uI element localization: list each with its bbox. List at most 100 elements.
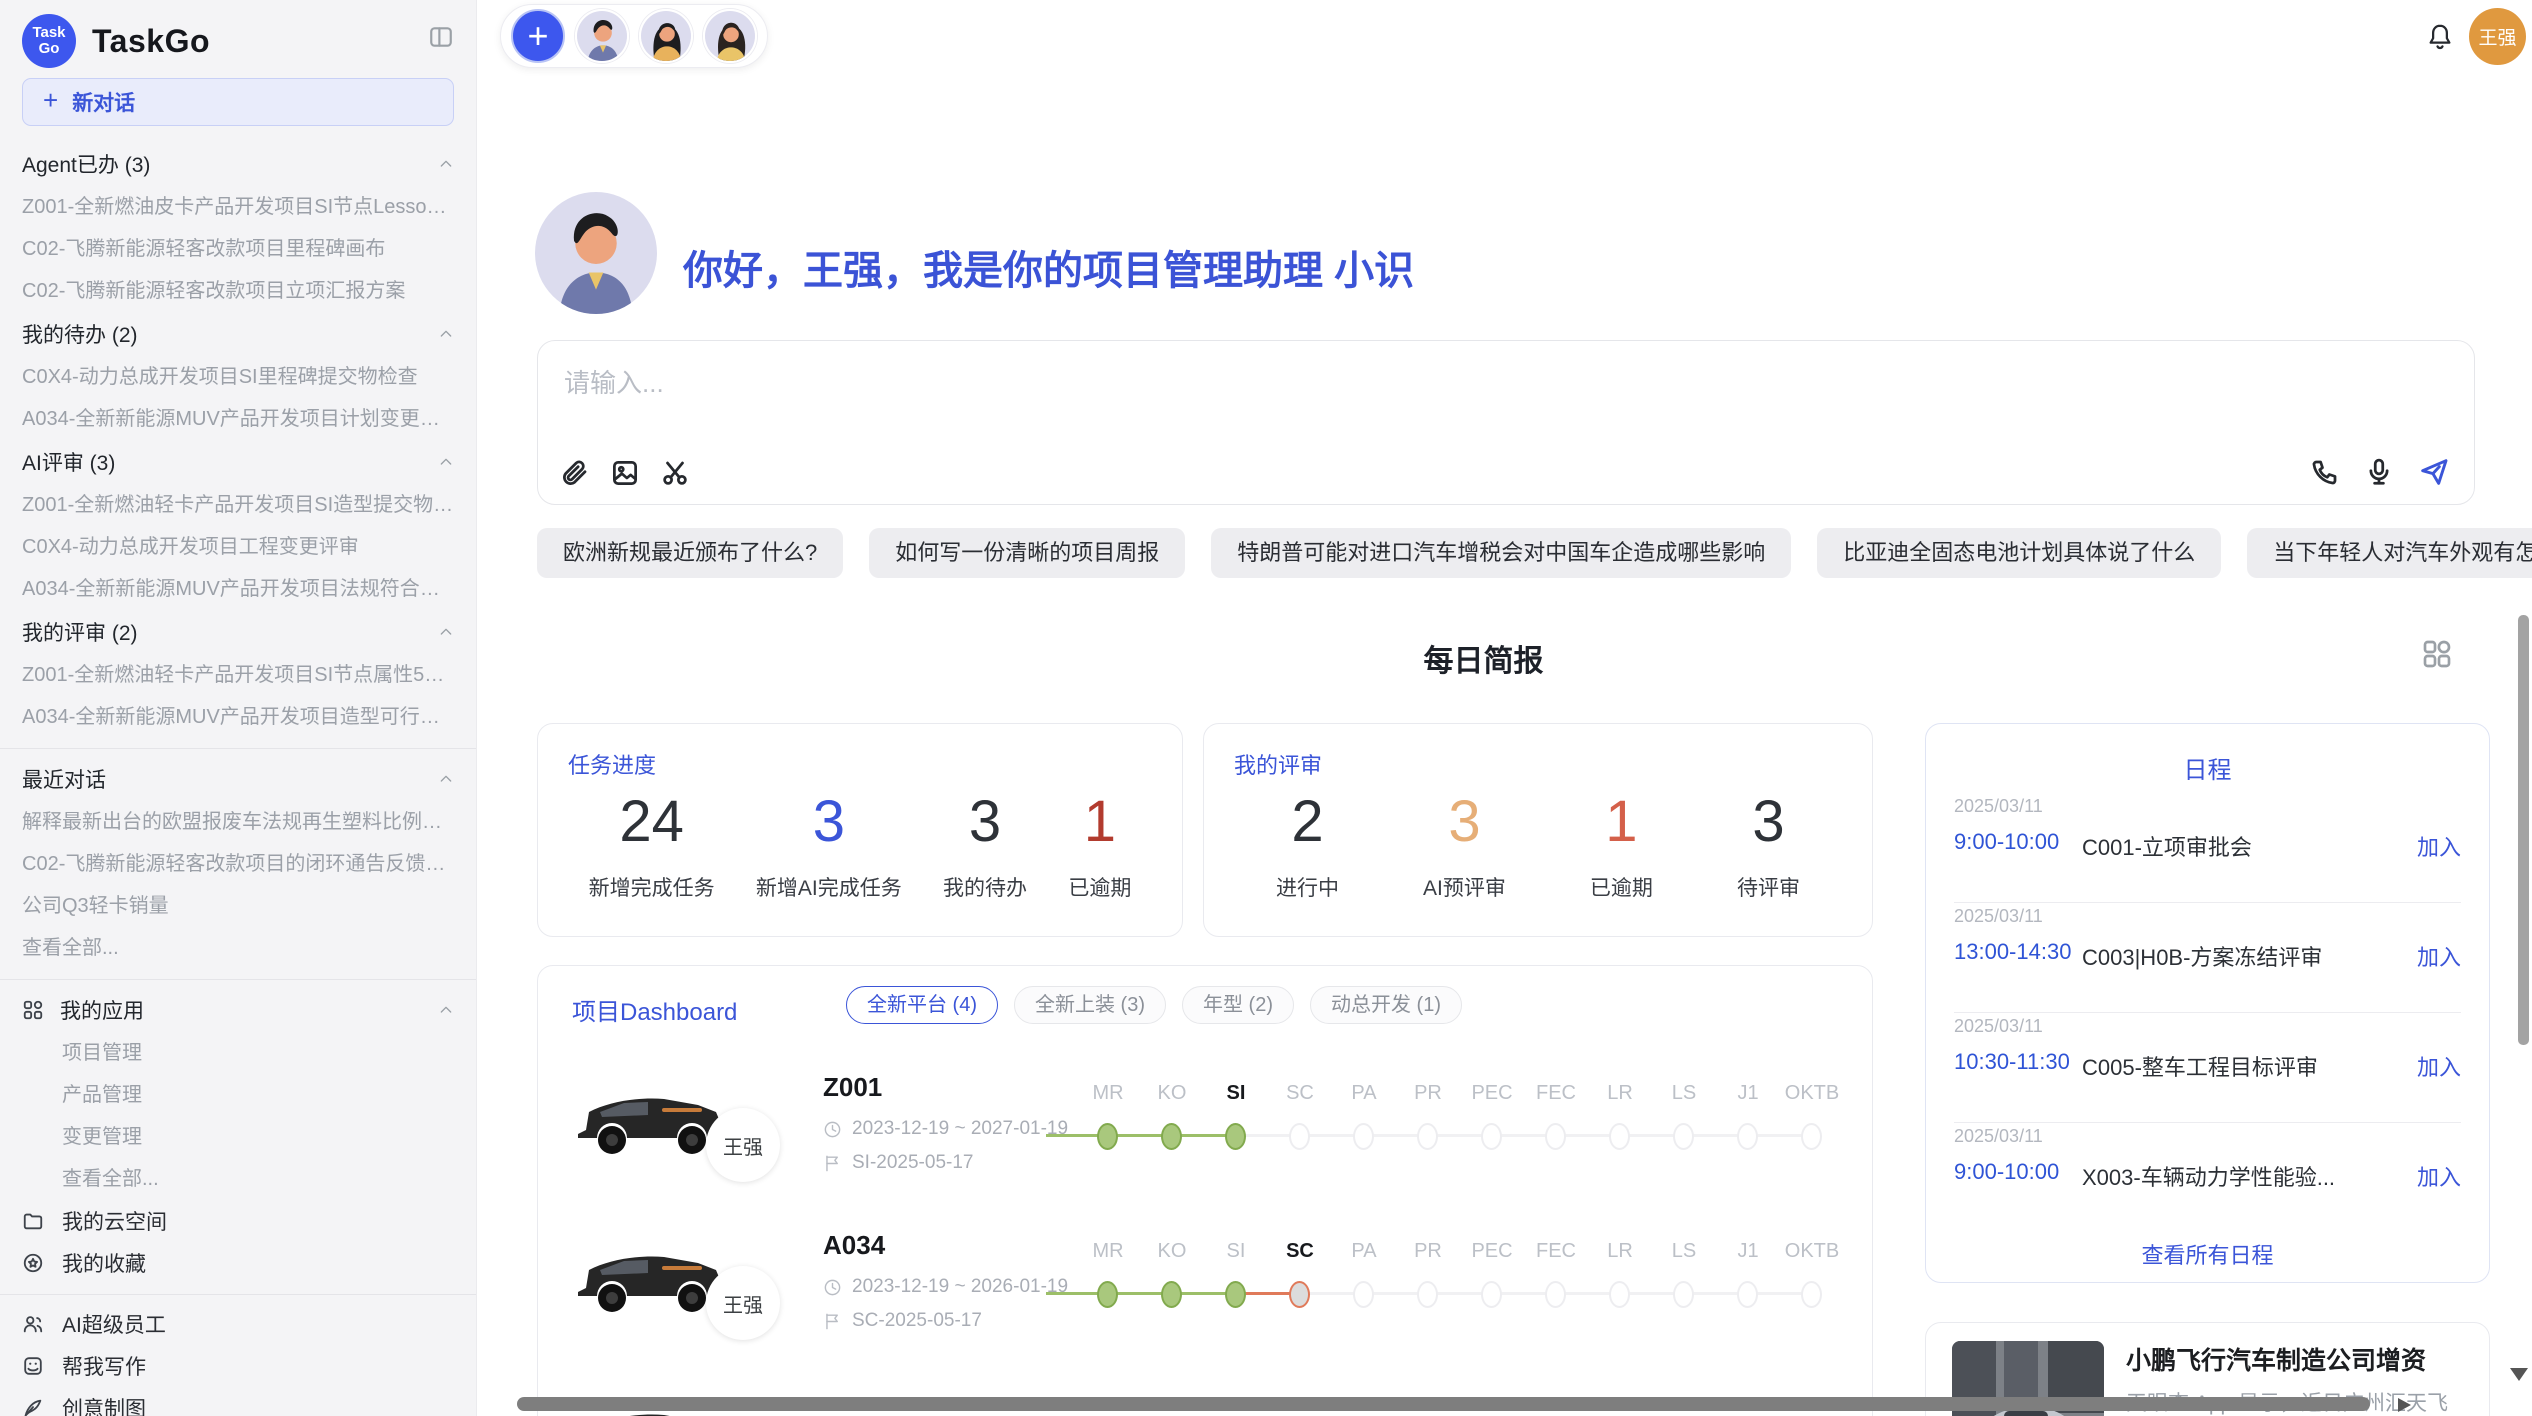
recent-view-all[interactable]: 查看全部... [0, 927, 476, 969]
horizontal-scrollbar[interactable] [517, 1397, 2370, 1411]
scroll-down-arrow-icon[interactable] [2510, 1368, 2528, 1381]
milestone-dot [1481, 1123, 1502, 1150]
schedule-name: C005-整车工程目标评审 [2082, 1050, 2318, 1082]
join-link[interactable]: 加入 [2417, 1050, 2461, 1082]
chevron-up-icon[interactable] [438, 454, 454, 470]
milestone-dot [1673, 1281, 1694, 1308]
section-my-review[interactable]: 我的评审 (2) [0, 610, 476, 654]
suggestion-chip[interactable]: 欧洲新规最近颁布了什么? [537, 528, 843, 578]
schedule-item: 2025/03/11 9:00-10:00 X003-车辆动力学性能验... 加… [1954, 1126, 2461, 1226]
recent-chat-item[interactable]: C02-飞腾新能源轻客改款项目的闭环通告反馈情况 [0, 843, 476, 885]
stat-review-overdue: 1 已逾期 [1590, 786, 1653, 902]
stat-in-progress: 2 进行中 [1276, 786, 1339, 902]
apps-view-all[interactable]: 查看全部... [0, 1158, 476, 1200]
sidebar-item-creative-draw[interactable]: 创意制图 [0, 1387, 476, 1416]
recent-chat-item[interactable]: 解释最新出台的欧盟报废车法规再生塑料比例被调至15%... [0, 801, 476, 843]
scissors-icon[interactable] [660, 458, 690, 488]
agent-avatar-1[interactable] [575, 9, 629, 63]
task-item[interactable]: Z001-全新燃油皮卡产品开发项目SI节点Lesson Learn报告 [0, 186, 476, 228]
agent-avatar-2[interactable] [639, 9, 693, 63]
milestone-dot [1225, 1281, 1246, 1308]
task-item[interactable]: A034-全新新能源MUV产品开发项目计划变更表编写 [0, 398, 476, 440]
image-icon[interactable] [610, 458, 640, 488]
user-avatar[interactable]: 王强 [2469, 8, 2526, 65]
section-recent-chats[interactable]: 最近对话 [0, 757, 476, 801]
milestone-dot [1097, 1123, 1118, 1150]
join-link[interactable]: 加入 [2417, 830, 2461, 862]
filter-chip-new-body[interactable]: 全新上装 (3) [1014, 986, 1166, 1024]
task-item[interactable]: C02-飞腾新能源轻客改款项目立项汇报方案 [0, 270, 476, 312]
stat-new-completed: 24 新增完成任务 [589, 786, 715, 902]
schedule-item: 2025/03/11 10:30-11:30 C005-整车工程目标评审 加入 [1954, 1016, 2461, 1116]
add-agent-button[interactable]: + [511, 9, 565, 63]
chat-input[interactable] [564, 363, 2064, 403]
brief-layout-icon[interactable] [2421, 638, 2453, 675]
sidebar-lists: Agent已办 (3) Z001-全新燃油皮卡产品开发项目SI节点Lesson … [0, 126, 476, 1416]
task-item[interactable]: A034-全新新能源MUV产品开发项目法规符合性评审 [0, 568, 476, 610]
task-item[interactable]: C0X4-动力总成开发项目SI里程碑提交物检查 [0, 356, 476, 398]
folder-icon [22, 1209, 46, 1233]
view-all-schedule-link[interactable]: 查看所有日程 [1926, 1238, 2489, 1270]
chevron-up-icon[interactable] [438, 771, 454, 787]
my-review-title: 我的评审 [1234, 748, 1322, 780]
app-item-change-mgmt[interactable]: 变更管理 [0, 1116, 476, 1158]
task-item[interactable]: C0X4-动力总成开发项目工程变更评审 [0, 526, 476, 568]
filter-chip-powertrain[interactable]: 动总开发 (1) [1310, 986, 1462, 1024]
app-item-project-mgmt[interactable]: 项目管理 [0, 1032, 476, 1074]
filter-chip-model-year[interactable]: 年型 (2) [1182, 986, 1294, 1024]
mic-icon[interactable] [2364, 457, 2394, 487]
divider [1954, 1122, 2461, 1123]
sidebar-toggle-icon[interactable] [428, 24, 454, 55]
task-item[interactable]: Z001-全新燃油轻卡产品开发项目SI节点属性5D文件评审 [0, 654, 476, 696]
schedule-item: 2025/03/11 13:00-14:30 C003|H0B-方案冻结评审 加… [1954, 906, 2461, 1006]
task-item[interactable]: Z001-全新燃油轻卡产品开发项目SI造型提交物评审 [0, 484, 476, 526]
app-title: TaskGo [92, 23, 210, 60]
section-agent-done[interactable]: Agent已办 (3) [0, 142, 476, 186]
join-link[interactable]: 加入 [2417, 940, 2461, 972]
paperclip-icon[interactable] [560, 458, 590, 488]
vertical-scrollbar[interactable] [2518, 615, 2529, 1045]
section-my-todo[interactable]: 我的待办 (2) [0, 312, 476, 356]
chevron-up-icon[interactable] [438, 1002, 454, 1018]
suggestion-chip[interactable]: 当下年轻人对汽车外观有怎样的喜好趋势 [2247, 528, 2532, 578]
project-row-a034[interactable]: 王强 A034 2023-12-19 ~ 2026-01-19 SC-2025-… [538, 1220, 1872, 1372]
agent-avatar-3[interactable] [703, 9, 757, 63]
notification-bell-icon[interactable] [2425, 22, 2455, 57]
dashboard-title: 项目Dashboard [572, 992, 737, 1027]
new-chat-button[interactable]: + 新对话 [22, 78, 454, 126]
project-milestone-tag: SI-2025-05-17 [852, 1152, 973, 1174]
chevron-up-icon[interactable] [438, 326, 454, 342]
suggestion-chip[interactable]: 如何写一份清晰的项目周报 [869, 528, 1185, 578]
filter-chip-new-platform[interactable]: 全新平台 (4) [846, 986, 998, 1024]
logo-text-top: Task [32, 25, 65, 41]
task-item[interactable]: C02-飞腾新能源轻客改款项目里程碑画布 [0, 228, 476, 270]
sidebar-item-ai-staff[interactable]: AI超级员工 [0, 1303, 476, 1345]
suggestion-chip[interactable]: 比亚迪全固态电池计划具体说了什么 [1817, 528, 2221, 578]
divider [0, 1294, 476, 1295]
milestone-dot [1609, 1281, 1630, 1308]
section-ai-review[interactable]: AI评审 (3) [0, 440, 476, 484]
input-toolbar-left [560, 458, 690, 488]
sidebar: Task Go TaskGo + 新对话 Agent已办 (3) Z001-全新… [0, 0, 477, 1416]
recent-chat-item[interactable]: 公司Q3轻卡销量 [0, 885, 476, 927]
suggestion-chip[interactable]: 特朗普可能对进口汽车增税会对中国车企造成哪些影响 [1211, 528, 1791, 578]
chevron-up-icon[interactable] [438, 156, 454, 172]
scroll-right-arrow-icon[interactable] [2398, 1398, 2411, 1412]
sidebar-item-cloud-space[interactable]: 我的云空间 [0, 1200, 476, 1242]
project-code: Z001 [823, 1072, 882, 1103]
section-my-apps[interactable]: 我的应用 [0, 988, 476, 1032]
app-item-product-mgmt[interactable]: 产品管理 [0, 1074, 476, 1116]
milestone-dot [1545, 1123, 1566, 1150]
schedule-item: 2025/03/11 9:00-10:00 C001-立项审批会 加入 [1954, 796, 2461, 896]
task-item[interactable]: A034-全新新能源MUV产品开发项目造型可行性评审 [0, 696, 476, 738]
chevron-up-icon[interactable] [438, 624, 454, 640]
phone-icon[interactable] [2310, 457, 2340, 487]
sidebar-item-help-write[interactable]: 帮我写作 [0, 1345, 476, 1387]
project-owner-badge: 王强 [706, 1108, 780, 1182]
suggestion-chips: 欧洲新规最近颁布了什么? 如何写一份清晰的项目周报 特朗普可能对进口汽车增税会对… [537, 528, 2532, 578]
milestone-dot [1673, 1123, 1694, 1150]
sidebar-item-favorites[interactable]: 我的收藏 [0, 1242, 476, 1284]
join-link[interactable]: 加入 [2417, 1160, 2461, 1192]
send-button[interactable] [2418, 456, 2450, 488]
project-row-z001[interactable]: 王强 Z001 2023-12-19 ~ 2027-01-19 SI-2025-… [538, 1062, 1872, 1214]
